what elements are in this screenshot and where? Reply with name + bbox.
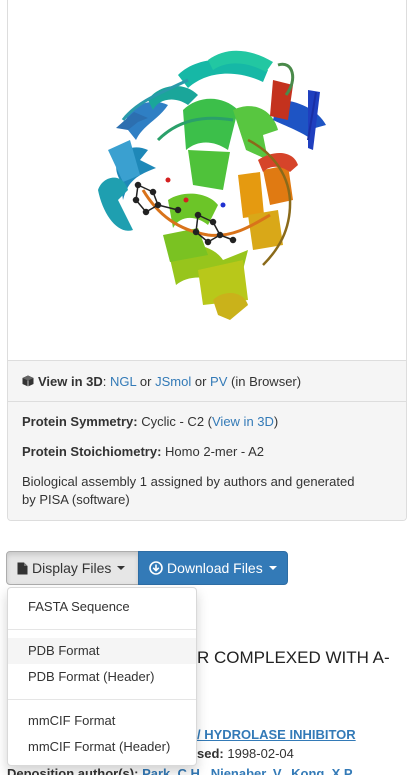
authors-row: Deposition author(s): Park, C.H., Nienab… [7,766,354,775]
classification-link[interactable]: / HYDROLASE INHIBITOR [197,727,356,742]
released-label: sed: [197,746,224,761]
display-files-dropdown: FASTA Sequence PDB Format PDB Format (He… [7,587,197,766]
structure-panel: View in 3D: NGL or JSmol or PV (in Brows… [7,0,407,521]
dropdown-divider [8,629,196,630]
dropdown-item-mmcif-header[interactable]: mmCIF Format (Header) [8,734,196,760]
display-files-label: Display Files [32,560,112,576]
cube-icon [22,375,34,387]
view-in-3d-label: View in 3D [38,374,103,389]
caret-down-icon [117,566,126,570]
download-files-label: Download Files [167,560,263,576]
assembly-note: Biological assembly 1 assigned by author… [22,473,392,509]
dropdown-divider [8,699,196,700]
divider [8,401,406,402]
authors-label: Deposition author(s): [7,766,139,775]
download-files-button[interactable]: Download Files [138,551,288,585]
symmetry-view-3d-link[interactable]: View in 3D [212,414,274,429]
structure-info: View in 3D: NGL or JSmol or PV (in Brows… [8,360,406,520]
dropdown-item-fasta[interactable]: FASTA Sequence [8,594,196,620]
dropdown-item-mmcif[interactable]: mmCIF Format [8,708,196,734]
released-date: 1998-02-04 [227,746,294,761]
or-text-2: or [194,374,207,389]
structure-title-fragment: R COMPLEXED WITH A- [197,648,390,667]
symmetry-row: Protein Symmetry: Cyclic - C2 (View in 3… [22,413,392,431]
dropdown-item-pdb-header[interactable]: PDB Format (Header) [8,664,196,690]
dropdown-item-pdb[interactable]: PDB Format [8,638,196,664]
ngl-link[interactable]: NGL [110,374,136,389]
view-in-3d-sep: : [102,374,107,389]
in-browser-text: (in Browser) [231,374,302,389]
symmetry-value: Cyclic - C2 ( [141,414,212,429]
stoichiometry-row: Protein Stoichiometry: Homo 2-mer - A2 [22,443,392,461]
stoichiometry-value: Homo 2-mer - A2 [165,444,265,459]
or-text-1: or [139,374,152,389]
assembly-note-line2: by PISA (software) [22,492,130,507]
stoichiometry-label: Protein Stoichiometry: [22,444,162,459]
protein-ribbon-image [98,50,326,320]
caret-down-icon [268,566,277,570]
symmetry-close-paren: ) [273,414,279,429]
file-button-group: Display Files Download Files [6,551,288,585]
released-row: sed: 1998-02-04 [197,746,294,761]
display-files-button[interactable]: Display Files [6,551,139,585]
jsmol-link[interactable]: JSmol [155,374,191,389]
file-icon [17,562,28,574]
download-circle-icon [149,561,163,575]
structure-image[interactable] [8,0,406,360]
symmetry-label: Protein Symmetry: [22,414,138,429]
authors-link[interactable]: Park, C.H., Nienaber, V., Kong, X.P. [142,766,354,775]
assembly-note-line1: Biological assembly 1 assigned by author… [22,474,355,489]
pv-link[interactable]: PV [210,374,227,389]
view-in-3d-row: View in 3D: NGL or JSmol or PV (in Brows… [22,373,392,391]
